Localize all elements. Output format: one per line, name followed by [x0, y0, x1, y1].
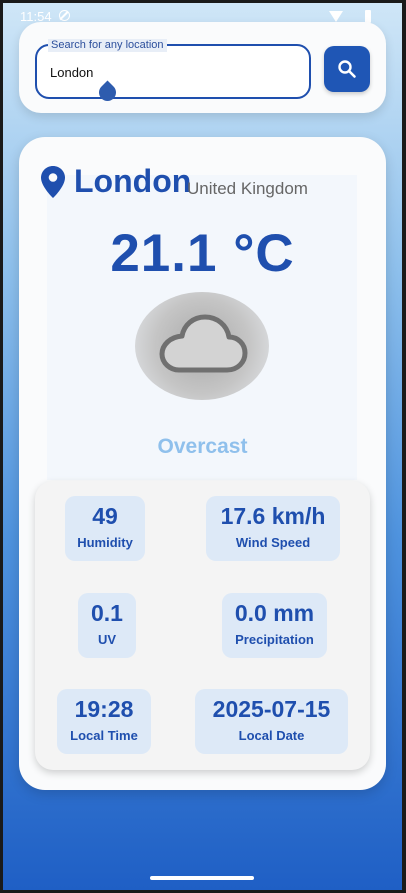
home-indicator[interactable]	[150, 876, 254, 880]
battery-icon	[365, 10, 371, 23]
search-card: Search for any location London	[19, 22, 386, 113]
humidity-value: 49	[92, 503, 118, 529]
stat-local-date: 2025-07-15 Local Date	[195, 689, 348, 754]
stat-uv: 0.1 UV	[78, 593, 136, 658]
stat-humidity: 49 Humidity	[65, 496, 145, 561]
weather-card: London United Kingdom 21.1 °C Overcast 4…	[19, 137, 386, 790]
local-date-label: Local Date	[238, 728, 305, 743]
text-cursor-handle[interactable]	[95, 80, 120, 105]
humidity-label: Humidity	[77, 535, 133, 550]
wind-speed-value: 17.6 km/h	[220, 503, 326, 529]
stat-precipitation: 0.0 mm Precipitation	[222, 593, 327, 658]
weather-icon-container	[135, 292, 269, 400]
weather-stats-panel: 49 Humidity 17.6 km/h Wind Speed 0.1 UV …	[35, 481, 370, 770]
country-name: United Kingdom	[187, 179, 308, 198]
wind-speed-label: Wind Speed	[235, 535, 311, 550]
weather-condition: Overcast	[157, 435, 248, 458]
local-date-value: 2025-07-15	[212, 696, 331, 722]
precipitation-label: Precipitation	[235, 632, 314, 647]
uv-label: UV	[97, 632, 117, 647]
local-time-label: Local Time	[70, 728, 138, 743]
app-screen: 11:54 Search for any location London Lon…	[3, 3, 402, 890]
search-icon	[338, 60, 356, 78]
wifi-icon	[329, 11, 343, 22]
do-not-disturb-icon	[59, 10, 70, 21]
cloud-icon	[159, 314, 248, 373]
uv-value: 0.1	[91, 600, 123, 626]
stat-wind-speed: 17.6 km/h Wind Speed	[206, 496, 340, 561]
search-label: Search for any location	[48, 39, 167, 52]
stat-local-time: 19:28 Local Time	[57, 689, 151, 754]
search-input[interactable]: Search for any location London	[35, 39, 311, 105]
precipitation-value: 0.0 mm	[234, 600, 315, 626]
search-button[interactable]	[324, 46, 370, 92]
local-time-value: 19:28	[74, 696, 134, 722]
search-value[interactable]: London	[50, 65, 93, 80]
location-pin-icon	[41, 166, 65, 198]
city-name: London	[74, 163, 192, 199]
temperature: 21.1 °C	[110, 224, 295, 283]
